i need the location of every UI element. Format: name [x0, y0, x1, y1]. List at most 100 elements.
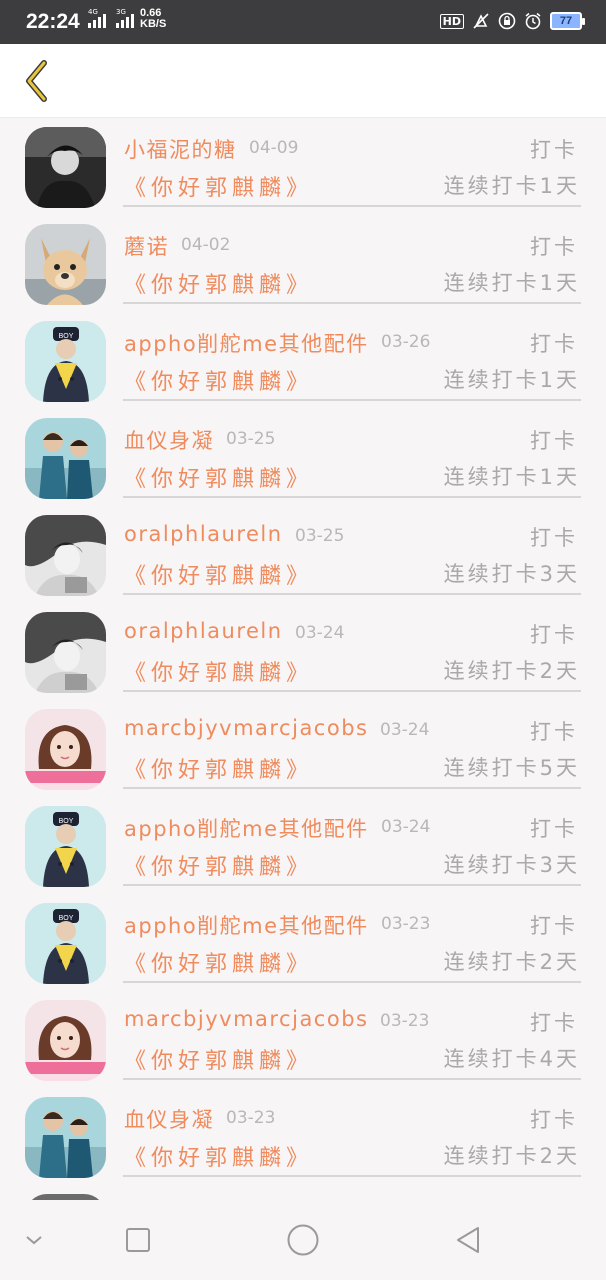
book-title[interactable]: 《你好郭麒麟》: [124, 1043, 313, 1075]
user-name[interactable]: 血仪身凝: [124, 425, 214, 455]
user-name[interactable]: 血仪身凝: [124, 1104, 214, 1134]
checkin-date: 03-23: [380, 1011, 430, 1031]
avatar[interactable]: [25, 1000, 106, 1081]
checkin-date: 04-09: [249, 138, 299, 158]
checkin-label: 打卡: [530, 429, 578, 453]
row-divider: [123, 690, 581, 692]
back-nav-button[interactable]: [448, 1220, 488, 1260]
home-button[interactable]: [283, 1220, 323, 1260]
list-item[interactable]: marcbjyvmarcjacobs 03-23 打卡《你好郭麒麟》 连续打卡4天: [0, 991, 606, 1088]
checkin-label: 打卡: [530, 623, 578, 647]
row-divider: [123, 787, 581, 789]
checkin-date: 03-24: [381, 817, 431, 837]
row-divider: [123, 399, 581, 401]
checkin-label: 打卡: [530, 138, 578, 162]
checkin-label: 打卡: [530, 332, 578, 356]
streak-text: 连续打卡2天: [443, 950, 580, 974]
list-item[interactable]: 蘑诺 04-02 打卡 《你好郭麒麟》 连续打卡1天: [0, 215, 606, 312]
battery-icon: 77: [550, 12, 585, 30]
hide-nav-button[interactable]: [14, 1220, 54, 1260]
list-item[interactable]: oralphlaureln 03-25 打卡 《你好郭麒麟》 连续打卡3天: [0, 506, 606, 603]
avatar[interactable]: [25, 1097, 106, 1178]
user-name[interactable]: appho削舵me其他配件: [124, 328, 369, 358]
lock-icon: [498, 12, 516, 30]
svg-text:BOY: BOY: [59, 818, 74, 825]
avatar[interactable]: BOY: [25, 321, 106, 402]
book-title[interactable]: 《你好郭麒麟》: [124, 267, 313, 299]
user-name[interactable]: appho削舵me其他配件: [124, 813, 369, 843]
checkin-date: 03-26: [381, 332, 431, 352]
row-divider: [123, 205, 581, 207]
book-title[interactable]: 《你好郭麒麟》: [124, 655, 313, 687]
signal-icon-2: 3G: [116, 8, 134, 28]
user-name[interactable]: 蘑诺: [124, 231, 169, 261]
signal-label: 4G: [88, 8, 98, 16]
list-item[interactable]: 血仪身凝 03-25 打卡《你好郭麒麟》 连续打卡1天: [0, 409, 606, 506]
user-name[interactable]: 小福泥的糖: [124, 134, 237, 164]
back-button[interactable]: [12, 56, 62, 106]
list-item[interactable]: marcbjyvmarcjacobs 03-24 打卡 《你好郭麒麟》 连续打卡5天: [0, 700, 606, 797]
system-nav-bar: [0, 1200, 606, 1280]
checkin-label: 打卡: [530, 1108, 578, 1132]
avatar[interactable]: [25, 515, 106, 596]
recent-apps-button[interactable]: [118, 1220, 158, 1260]
streak-text: 连续打卡3天: [443, 562, 580, 586]
circle-icon: [287, 1224, 319, 1256]
top-bar: [0, 44, 606, 118]
avatar[interactable]: [25, 418, 106, 499]
book-title[interactable]: 《你好郭麒麟》: [124, 364, 313, 396]
book-title[interactable]: 《你好郭麒麟》: [124, 946, 313, 978]
checkin-date: 03-24: [295, 623, 345, 643]
alarm-icon: [524, 12, 542, 30]
book-title[interactable]: 《你好郭麒麟》: [124, 752, 313, 784]
list-item[interactable]: oralphlaureln 03-24 打卡《你好郭麒麟》 连续打卡2天: [0, 603, 606, 700]
streak-text: 连续打卡1天: [443, 465, 580, 489]
triangle-left-icon: [457, 1227, 479, 1253]
network-speed: 0.66 KB/S: [140, 8, 166, 30]
user-name[interactable]: oralphlaureln: [124, 619, 283, 643]
checkin-label: 打卡: [530, 1011, 578, 1035]
streak-text: 连续打卡2天: [443, 1144, 580, 1168]
checkin-date: 03-23: [381, 914, 431, 934]
chevron-left-icon: [26, 60, 47, 102]
streak-text: 连续打卡3天: [443, 853, 580, 877]
list-item[interactable]: BOY appho削舵me其他配件 03-26 打卡 《你好郭麒麟》 连续打卡1天: [0, 312, 606, 409]
streak-text: 连续打卡2天: [443, 659, 580, 683]
list-item[interactable]: 小福泥的糖 04-09 打卡 《你好郭麒麟》 连续打卡1天: [0, 118, 606, 215]
user-name[interactable]: appho削舵me其他配件: [124, 910, 369, 940]
user-name[interactable]: marcbjyvmarcjacobs: [124, 1007, 368, 1031]
user-name[interactable]: oralphlaureln: [124, 522, 283, 546]
row-divider: [123, 884, 581, 886]
checkin-list[interactable]: 小福泥的糖 04-09 打卡 《你好郭麒麟》 连续打卡1天 蘑诺 04-02 打卡 《你好郭麒麟…: [0, 118, 606, 1200]
row-divider: [123, 1175, 581, 1177]
avatar[interactable]: [25, 224, 106, 305]
book-title[interactable]: 《你好郭麒麟》: [124, 849, 313, 881]
checkin-date: 03-24: [380, 720, 430, 740]
book-title[interactable]: 《你好郭麒麟》: [124, 170, 313, 202]
svg-text:BOY: BOY: [59, 333, 74, 340]
checkin-label: 打卡: [530, 720, 578, 744]
avatar[interactable]: BOY: [25, 903, 106, 984]
checkin-label: 打卡: [530, 526, 578, 550]
avatar[interactable]: [25, 709, 106, 790]
checkin-date: 03-25: [226, 429, 276, 449]
checkin-label: 打卡: [530, 817, 578, 841]
avatar[interactable]: [25, 612, 106, 693]
row-divider: [123, 302, 581, 304]
streak-text: 连续打卡4天: [443, 1047, 580, 1071]
avatar[interactable]: BOY: [25, 806, 106, 887]
list-item[interactable]: BOY appho削舵me其他配件 03-24 打卡《你好郭麒麟》 连续打卡3天: [0, 797, 606, 894]
book-title[interactable]: 《你好郭麒麟》: [124, 558, 313, 590]
list-item[interactable]: BOY appho削舵me其他配件 03-23 打卡《你好郭麒麟》 连续打卡2天: [0, 894, 606, 991]
list-item[interactable]: 血仪身凝 03-23 打卡 《你好郭麒麟》 连续打卡2天: [0, 1088, 606, 1185]
book-title[interactable]: 《你好郭麒麟》: [124, 461, 313, 493]
avatar[interactable]: [25, 127, 106, 208]
streak-text: 连续打卡1天: [443, 271, 580, 295]
user-name[interactable]: marcbjyvmarcjacobs: [124, 716, 368, 740]
network-indicator: 4G 3G: [88, 8, 134, 28]
row-divider: [123, 496, 581, 498]
square-icon: [126, 1228, 150, 1252]
checkin-label: 打卡: [530, 914, 578, 938]
svg-text:BOY: BOY: [59, 915, 74, 922]
book-title[interactable]: 《你好郭麒麟》: [124, 1140, 313, 1172]
